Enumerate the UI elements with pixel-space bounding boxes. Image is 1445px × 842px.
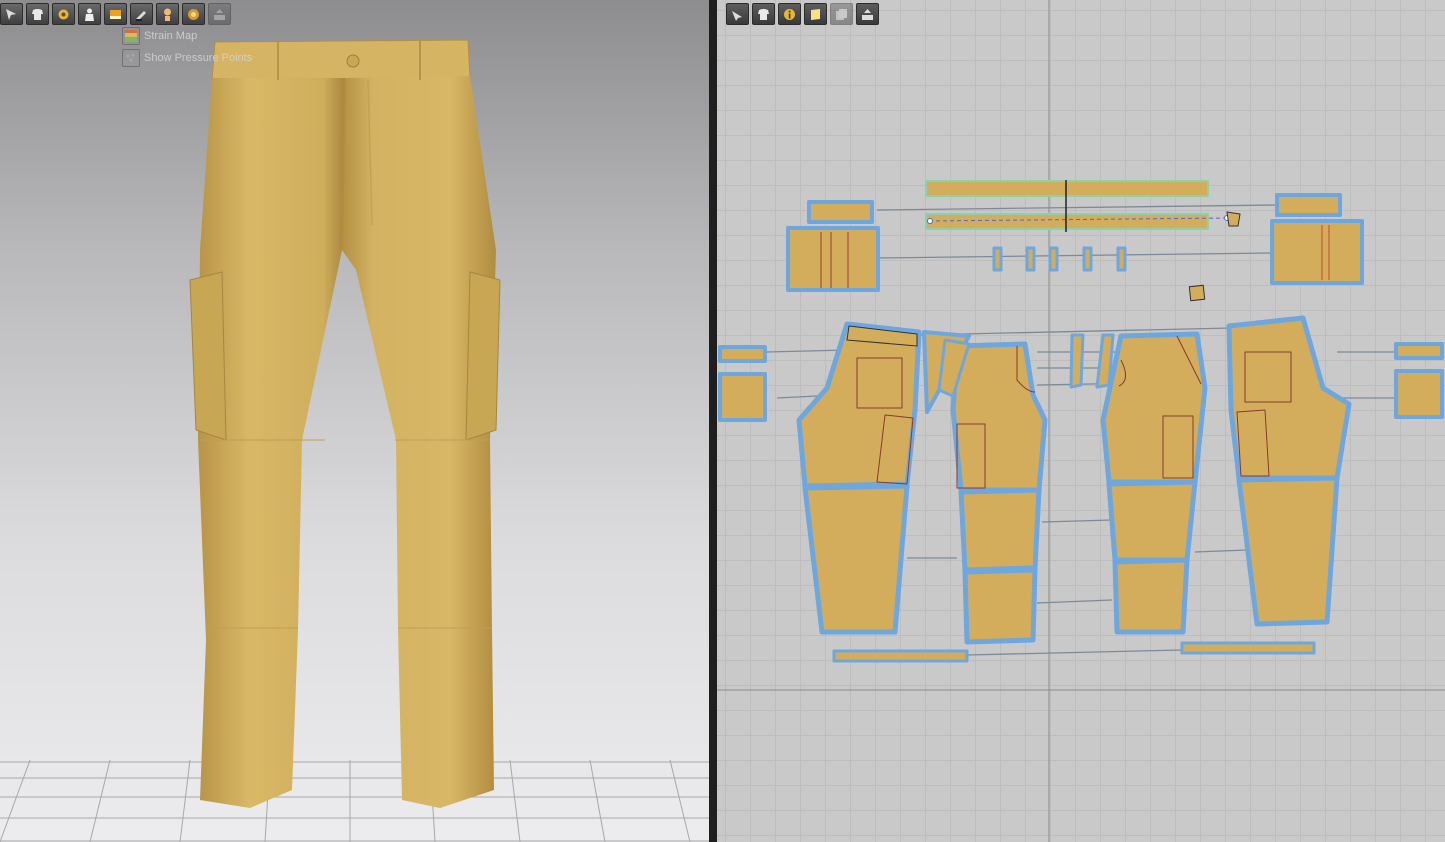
- select-mesh-icon[interactable]: [0, 3, 23, 25]
- show-pressure-points-menu-item[interactable]: Show Pressure Points: [122, 48, 252, 68]
- pattern-piece-pocket-flap-left: [786, 200, 880, 292]
- export-icon[interactable]: [856, 3, 879, 25]
- strain-map-menu-item[interactable]: Strain Map: [122, 26, 197, 46]
- pattern-piece-front-left: [796, 321, 922, 635]
- pattern-piece-small-tab: [1188, 284, 1206, 302]
- edit-pattern-icon[interactable]: [726, 3, 749, 25]
- strain-map-label: Strain Map: [144, 30, 198, 42]
- pattern-piece-waistband-bottom: [925, 213, 1230, 230]
- export-icon[interactable]: [208, 3, 231, 25]
- skin-icon[interactable]: [156, 3, 179, 25]
- pattern-piece-back-left: [950, 341, 1048, 645]
- fabric-view-icon[interactable]: [804, 3, 827, 25]
- copy-icon[interactable]: [830, 3, 853, 25]
- pattern-piece-cargo-left: [718, 372, 767, 422]
- fabric-settings-icon[interactable]: [52, 3, 75, 25]
- 3d-toolbar: [0, 3, 231, 25]
- pattern-piece-hem-strip-right: [1180, 641, 1316, 655]
- floor-grid: [0, 759, 709, 842]
- pattern-pieces: [718, 180, 1444, 663]
- pattern-piece-front-right: [1226, 315, 1352, 627]
- strain-map-icon: [122, 27, 140, 45]
- left-leg: [198, 78, 345, 808]
- cargo-pocket-right: [465, 271, 501, 441]
- right-leg: [342, 76, 496, 808]
- waist-button: [346, 54, 360, 68]
- pattern-piece-hem-strip-left: [832, 649, 969, 663]
- avatar-icon[interactable]: [78, 3, 101, 25]
- pattern-piece-waistband-top: [925, 180, 1209, 197]
- 3d-viewport[interactable]: Strain Map Show Pressure Points: [0, 0, 709, 842]
- info-icon[interactable]: [778, 3, 801, 25]
- pattern-piece-cuff-left: [718, 345, 767, 363]
- pattern-canvas[interactable]: [717, 0, 1445, 842]
- pants-3d-model: [189, 39, 501, 808]
- cargo-pocket-left: [189, 271, 227, 441]
- pattern-piece-cargo-right: [1394, 369, 1444, 419]
- render-icon[interactable]: [182, 3, 205, 25]
- pattern-piece-back-right: [1100, 331, 1208, 635]
- pattern-piece-cuff-right: [1394, 342, 1444, 360]
- arrangement-icon[interactable]: [752, 3, 775, 25]
- edit-tool-icon[interactable]: [130, 3, 153, 25]
- pattern-piece-fly-tab: [1226, 211, 1241, 227]
- pressure-points-icon: [122, 49, 140, 67]
- 2d-toolbar: [726, 3, 879, 25]
- 3d-garment-canvas[interactable]: [0, 0, 709, 842]
- pattern-piece-belt-loops: [992, 246, 1127, 272]
- texture-icon[interactable]: [104, 3, 127, 25]
- viewport-divider[interactable]: [709, 0, 717, 842]
- garment-tool-icon[interactable]: [26, 3, 49, 25]
- 2d-pattern-viewport[interactable]: [717, 0, 1445, 842]
- pattern-piece-pocket-flap-right: [1270, 193, 1364, 285]
- pattern-piece-fly-left: [1069, 333, 1085, 389]
- show-pressure-points-label: Show Pressure Points: [144, 52, 253, 64]
